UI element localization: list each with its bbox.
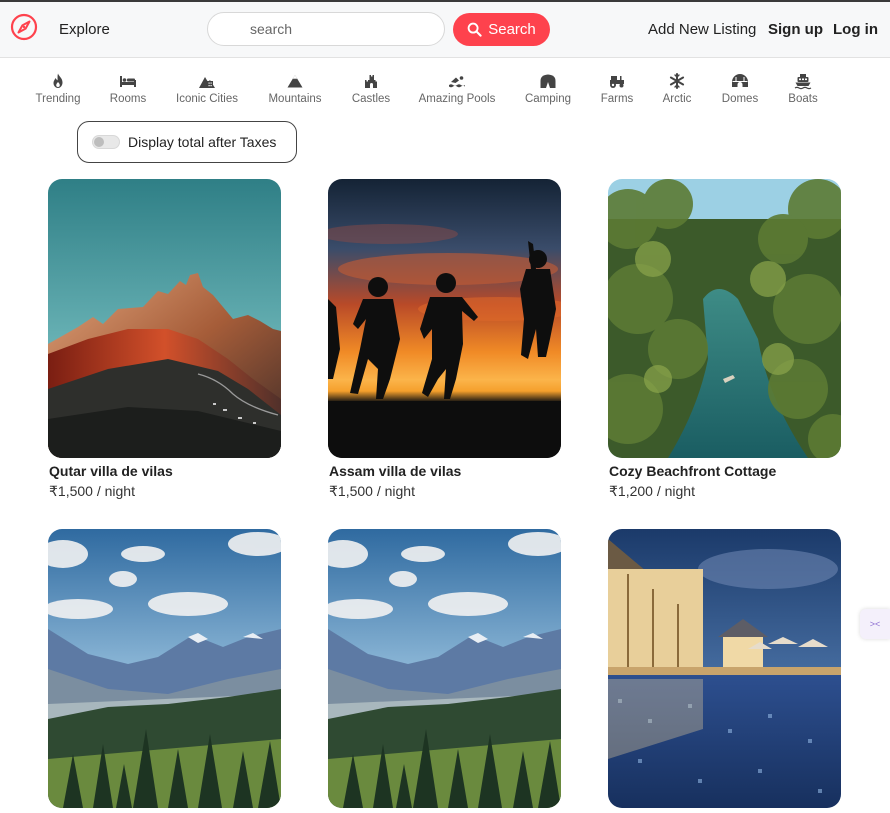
filter-label: Camping	[524, 93, 572, 105]
filter-label: Boats	[788, 93, 818, 105]
filter-iconic-cities[interactable]: Iconic Cities	[167, 72, 247, 105]
listing-title: Assam villa de vilas	[329, 463, 462, 479]
city-icon	[199, 77, 215, 88]
compass-logo-icon[interactable]	[10, 13, 38, 41]
tax-toggle-label: Display total after Taxes	[128, 134, 277, 150]
listing-card[interactable]: Cozy Beachfront Cottage ₹1,200 / night	[608, 179, 841, 500]
mountain-icon	[287, 75, 303, 88]
search-button[interactable]: Search	[453, 13, 550, 46]
explore-link[interactable]: Explore	[59, 21, 110, 38]
tax-toggle-panel: Display total after Taxes	[77, 121, 297, 163]
filter-label: Rooms	[109, 93, 147, 105]
search-button-label: Search	[488, 21, 536, 38]
tent-icon	[540, 74, 556, 88]
mountain-sunset-photo[interactable]	[48, 179, 281, 458]
listing-card[interactable]	[608, 529, 841, 813]
listing-card[interactable]: Assam villa de vilas ₹1,500 / night	[328, 179, 561, 500]
filter-trending[interactable]: Trending	[18, 72, 98, 105]
navbar: Explore Search Add New Listing Sign up L…	[0, 2, 890, 58]
listing-card[interactable]: Qutar villa de vilas ₹1,500 / night	[48, 179, 281, 500]
login-link[interactable]: Log in	[833, 21, 878, 38]
mountain-valley-photo[interactable]	[48, 529, 281, 808]
snowflake-icon	[669, 73, 685, 89]
listing-price: ₹1,500 / night	[329, 483, 415, 499]
igloo-icon	[732, 74, 748, 87]
resort-pool-photo[interactable]	[608, 529, 841, 808]
search-input[interactable]	[207, 12, 445, 46]
signup-link[interactable]: Sign up	[768, 21, 823, 38]
ferry-icon	[794, 74, 812, 90]
tax-toggle-switch[interactable]	[92, 135, 120, 149]
filter-label: Trending	[35, 93, 81, 105]
filter-camping[interactable]: Camping	[508, 72, 588, 105]
castle-icon	[365, 75, 377, 88]
palm-lagoon-photo[interactable]	[608, 179, 841, 458]
search-icon	[467, 22, 482, 37]
filter-mountains[interactable]: Mountains	[255, 72, 335, 105]
filter-boats[interactable]: Boats	[763, 72, 843, 105]
listing-card[interactable]	[328, 529, 561, 813]
filter-amazing-pools[interactable]: Amazing Pools	[417, 72, 497, 105]
filter-label: Iconic Cities	[176, 93, 238, 105]
filter-label: Castles	[351, 93, 391, 105]
bed-icon	[120, 76, 136, 87]
sunset-silhouettes-photo[interactable]	[328, 179, 561, 458]
listing-title: Cozy Beachfront Cottage	[609, 463, 777, 479]
listing-card[interactable]	[48, 529, 281, 813]
fire-icon	[53, 73, 63, 88]
listing-title: Qutar villa de vilas	[49, 463, 173, 479]
listing-price: ₹1,500 / night	[49, 483, 135, 499]
listing-price: ₹1,200 / night	[609, 483, 695, 499]
mountain-valley-photo[interactable]	[328, 529, 561, 808]
filter-castles[interactable]: Castles	[331, 72, 411, 105]
filter-label: Mountains	[268, 93, 322, 105]
filter-rooms[interactable]: Rooms	[88, 72, 168, 105]
tractor-icon	[610, 76, 624, 88]
floating-assistant-icon[interactable]: ><	[860, 609, 890, 639]
swimmer-icon	[449, 76, 465, 88]
add-new-listing-link[interactable]: Add New Listing	[648, 21, 756, 38]
filter-label: Amazing Pools	[418, 93, 496, 105]
switch-knob	[94, 137, 104, 147]
